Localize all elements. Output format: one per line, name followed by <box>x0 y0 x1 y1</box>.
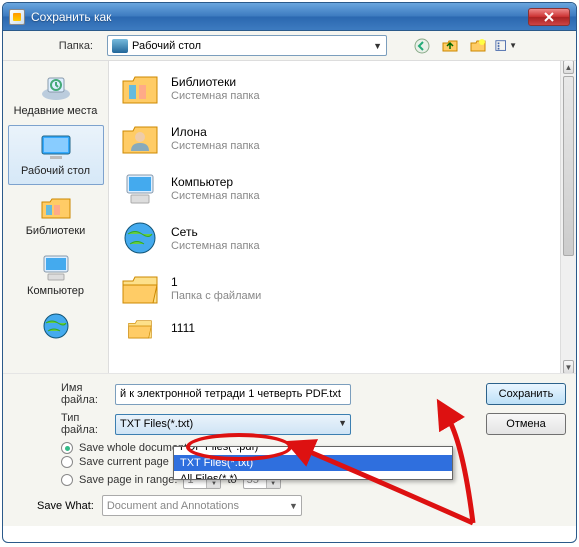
dropdown-item-selected[interactable]: TXT Files(*.txt) <box>174 455 452 471</box>
bottom-panel: Имя файла: Сохранить Тип файла: TXT File… <box>3 373 576 526</box>
computer-item-icon <box>119 167 161 209</box>
desktop-icon <box>112 39 128 53</box>
places-bar: Недавние места Рабочий стол Библиотеки К… <box>3 61 109 373</box>
chevron-down-icon: ▼ <box>289 501 298 511</box>
desktop-place-icon <box>38 132 74 162</box>
cancel-button[interactable]: Отмена <box>486 413 566 435</box>
radio-icon <box>61 474 73 486</box>
libraries-icon <box>38 192 74 222</box>
vertical-scrollbar[interactable]: ▲ ▼ <box>560 61 576 373</box>
save-what-combo[interactable]: Document and Annotations ▼ <box>102 495 302 516</box>
scroll-thumb[interactable] <box>563 76 574 256</box>
file-row[interactable]: 1Папка с файлами <box>113 263 556 313</box>
file-row[interactable]: ИлонаСистемная папка <box>113 113 556 163</box>
user-folder-icon <box>119 117 161 159</box>
place-computer[interactable]: Компьютер <box>8 245 104 305</box>
view-icon <box>495 38 509 54</box>
folder-label: Папка: <box>11 40 101 52</box>
place-network[interactable] <box>8 305 104 349</box>
place-desktop[interactable]: Рабочий стол <box>8 125 104 185</box>
body-area: Недавние места Рабочий стол Библиотеки К… <box>3 61 576 373</box>
radio-icon <box>61 442 73 454</box>
titlebar[interactable]: Сохранить как <box>3 3 576 31</box>
folder-value: Рабочий стол <box>132 40 201 52</box>
place-recent[interactable]: Недавние места <box>8 65 104 125</box>
globe-icon <box>38 311 74 341</box>
dropdown-item[interactable]: PDF Files(*.pdf) <box>174 446 452 455</box>
filename-input[interactable] <box>115 384 351 405</box>
filetype-dropdown[interactable]: PDF Files(*.pdf) TXT Files(*.txt) All Fi… <box>173 446 453 480</box>
scroll-up-button[interactable]: ▲ <box>563 61 574 74</box>
folder-toolbar: Папка: Рабочий стол ▼ ▼ <box>3 31 576 61</box>
app-icon <box>9 9 25 25</box>
close-icon <box>544 12 554 22</box>
view-menu-button[interactable]: ▼ <box>495 35 517 57</box>
folder-icon <box>119 314 161 342</box>
filetype-combo[interactable]: TXT Files(*.txt) ▼ <box>115 414 351 435</box>
folder-icon <box>119 267 161 309</box>
new-folder-icon <box>470 38 486 54</box>
radio-icon <box>61 456 73 468</box>
window-title: Сохранить как <box>31 10 528 24</box>
save-what-label: Save What: <box>37 500 94 512</box>
file-row[interactable]: СетьСистемная папка <box>113 213 556 263</box>
recent-icon <box>38 72 74 102</box>
save-button[interactable]: Сохранить <box>486 383 566 405</box>
folder-up-icon <box>442 38 458 54</box>
close-button[interactable] <box>528 8 570 26</box>
filetype-label: Тип файла: <box>13 412 107 436</box>
file-row[interactable]: БиблиотекиСистемная папка <box>113 63 556 113</box>
chevron-down-icon: ▼ <box>338 418 347 428</box>
save-as-dialog: Сохранить как Папка: Рабочий стол ▼ ▼ <box>2 2 577 543</box>
chevron-down-icon: ▼ <box>373 41 382 51</box>
place-libraries[interactable]: Библиотеки <box>8 185 104 245</box>
file-row[interactable]: 1111 <box>113 313 556 343</box>
new-folder-button[interactable] <box>467 35 489 57</box>
up-button[interactable] <box>439 35 461 57</box>
libraries-item-icon <box>119 67 161 109</box>
scroll-down-button[interactable]: ▼ <box>563 360 574 373</box>
file-row[interactable]: КомпьютерСистемная папка <box>113 163 556 213</box>
filename-label: Имя файла: <box>13 382 107 406</box>
file-list[interactable]: БиблиотекиСистемная папка ИлонаСистемная… <box>109 61 576 373</box>
back-button[interactable] <box>411 35 433 57</box>
dropdown-item[interactable]: All Files(*.*) <box>174 471 452 480</box>
network-item-icon <box>119 217 161 259</box>
folder-combo[interactable]: Рабочий стол ▼ <box>107 35 387 56</box>
computer-icon <box>38 252 74 282</box>
back-icon <box>414 38 430 54</box>
